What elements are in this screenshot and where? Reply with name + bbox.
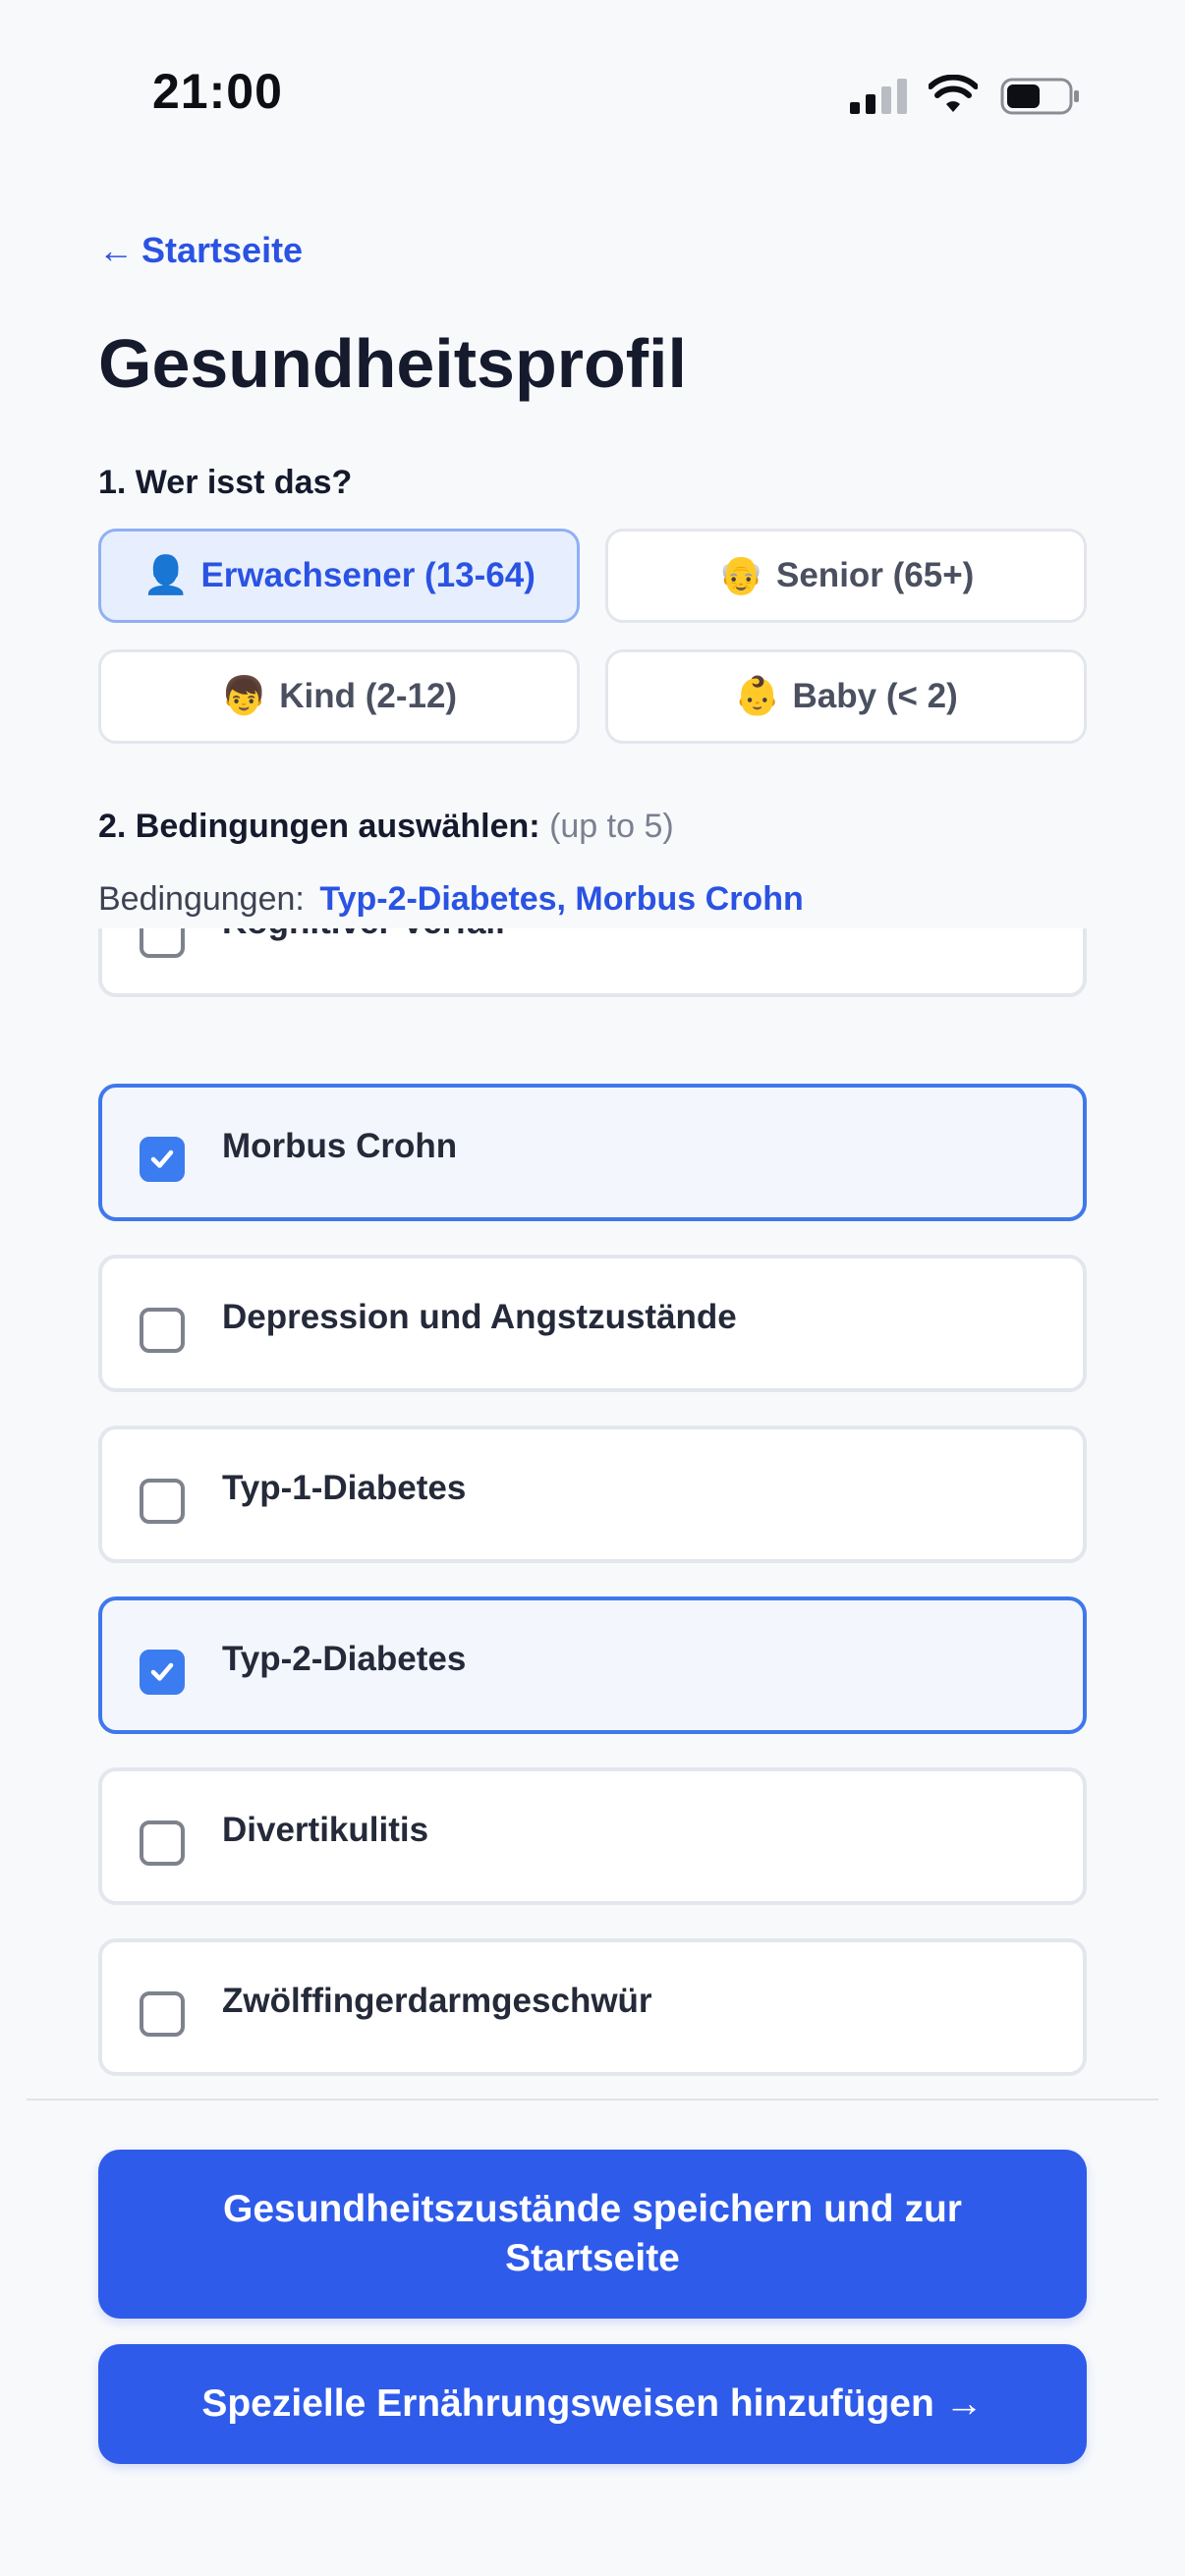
- section-1-label: 1. Wer isst das?: [98, 464, 353, 501]
- save-button-line-1: Gesundheitszustände speichern und zur: [223, 2188, 962, 2230]
- back-link-label: Startseite: [141, 230, 304, 270]
- checkbox[interactable]: [140, 928, 185, 958]
- page-title: Gesundheitsprofil: [98, 325, 687, 402]
- cellular-signal-icon: [850, 79, 907, 114]
- checkbox-checked[interactable]: [140, 1650, 185, 1695]
- age-option-label: Erwachsener (13-64): [200, 556, 536, 594]
- checkbox[interactable]: [140, 1479, 185, 1524]
- child-icon: 👦: [220, 676, 268, 717]
- arrow-left-icon: ←: [98, 230, 134, 270]
- wifi-icon: [929, 75, 978, 112]
- status-time: 21:00: [152, 64, 283, 119]
- checkbox[interactable]: [140, 1308, 185, 1353]
- condition-label: Morbus Crohn: [222, 1127, 458, 1165]
- age-option-label: Baby (< 2): [792, 677, 958, 715]
- summary-label: Bedingungen:: [98, 880, 305, 918]
- battery-icon: [1000, 78, 1079, 115]
- add-special-diets-button[interactable]: Spezielle Ernährungsweisen hinzufügen →: [98, 2344, 1087, 2464]
- condition-label: Zwölffingerdarmgeschwür: [222, 1982, 652, 2020]
- save-button-line-2: Startseite: [505, 2237, 680, 2279]
- age-option-label: Senior (65+): [776, 556, 975, 594]
- condition-item-cognitive-decline[interactable]: Kognitiver Verfall: [98, 928, 1087, 997]
- condition-label: Typ-1-Diabetes: [222, 1469, 467, 1507]
- section-2-label: 2. Bedingungen auswählen: (up to 5): [98, 808, 674, 846]
- baby-icon: 👶: [734, 676, 781, 717]
- conditions-list[interactable]: Kognitiver Verfall Morbus Crohn Depressi…: [0, 928, 1185, 2078]
- checkbox[interactable]: [140, 1991, 185, 2037]
- divider: [27, 2099, 1158, 2100]
- person-icon: 👤: [142, 555, 190, 596]
- checkmark-icon: [150, 1149, 174, 1168]
- condition-label: Depression und Angstzustände: [222, 1298, 737, 1336]
- condition-item-type2-diabetes[interactable]: Typ-2-Diabetes: [98, 1596, 1087, 1734]
- checkbox-checked[interactable]: [140, 1137, 185, 1182]
- condition-item-diverticulitis[interactable]: Divertikulitis: [98, 1767, 1087, 1905]
- condition-label: Divertikulitis: [222, 1811, 429, 1849]
- older-person-icon: 👴: [717, 555, 764, 596]
- condition-label: Typ-2-Diabetes: [222, 1640, 467, 1678]
- section-2-hint: (up to 5): [549, 808, 674, 845]
- age-option-label: Kind (2-12): [279, 677, 458, 715]
- section-2-title: 2. Bedingungen auswählen:: [98, 808, 540, 845]
- age-option-senior[interactable]: 👴 Senior (65+): [605, 529, 1087, 623]
- save-and-home-button[interactable]: Gesundheitszustände speichern und zur St…: [98, 2150, 1087, 2319]
- condition-item-depression-anxiety[interactable]: Depression und Angstzustände: [98, 1255, 1087, 1392]
- condition-label: Kognitiver Verfall: [222, 928, 505, 942]
- status-bar: 21:00: [0, 0, 1185, 187]
- age-option-baby[interactable]: 👶 Baby (< 2): [605, 649, 1087, 744]
- summary-value: Typ-2-Diabetes, Morbus Crohn: [319, 880, 804, 918]
- checkmark-icon: [150, 1662, 174, 1681]
- condition-item-duodenal-ulcer[interactable]: Zwölffingerdarmgeschwür: [98, 1938, 1087, 2076]
- condition-item-crohns[interactable]: Morbus Crohn: [98, 1084, 1087, 1221]
- age-option-adult[interactable]: 👤 Erwachsener (13-64): [98, 529, 580, 623]
- checkbox[interactable]: [140, 1820, 185, 1866]
- age-option-child[interactable]: 👦 Kind (2-12): [98, 649, 580, 744]
- selected-conditions-summary: Bedingungen: Typ-2-Diabetes, Morbus Croh…: [98, 880, 804, 919]
- condition-item-type1-diabetes[interactable]: Typ-1-Diabetes: [98, 1426, 1087, 1563]
- back-to-home-link[interactable]: ← Startseite: [98, 230, 303, 271]
